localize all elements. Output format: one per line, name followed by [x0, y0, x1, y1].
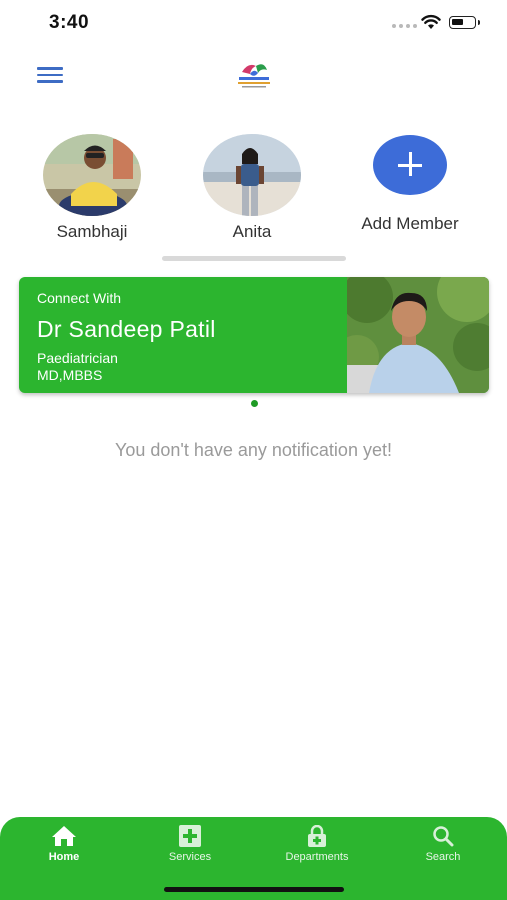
- add-member-button[interactable]: [373, 135, 447, 195]
- member-photo-sambhaji: [43, 134, 141, 216]
- add-member-label: Add Member: [361, 214, 459, 233]
- battery-icon: [449, 16, 480, 29]
- home-icon: [52, 826, 76, 846]
- nav-item-search[interactable]: Search: [388, 825, 498, 863]
- members-scroll-indicator: [162, 256, 346, 261]
- doctor-name: Dr Sandeep Patil: [37, 316, 216, 342]
- empty-notifications-message: You don't have any notification yet!: [115, 440, 392, 460]
- nav-label: Departments: [285, 851, 349, 863]
- member-name: Sambhaji: [56, 222, 128, 241]
- home-indicator: [164, 887, 344, 892]
- doctor-degrees: MD,MBBS: [37, 367, 103, 383]
- wifi-icon: [421, 14, 441, 29]
- search-icon: [433, 826, 454, 847]
- plus-square-icon: [179, 825, 201, 847]
- status-time: 3:40: [49, 12, 90, 33]
- lock-plus-icon: [308, 825, 326, 847]
- nav-item-home[interactable]: Home: [9, 825, 119, 863]
- member-sambhaji[interactable]: Sambhaji: [37, 134, 147, 242]
- menu-icon[interactable]: [37, 67, 63, 83]
- doctor-photo: [347, 277, 489, 393]
- nav-label: Search: [425, 851, 461, 863]
- nav-label: Services: [168, 851, 212, 863]
- doctor-specialty: Paediatrician: [37, 350, 118, 366]
- member-name: Anita: [232, 222, 272, 241]
- status-bar: 3:40: [0, 0, 507, 46]
- add-member[interactable]: Add Member: [355, 134, 465, 234]
- avatar: [43, 134, 141, 216]
- member-photo-anita: [203, 134, 301, 216]
- connect-label: Connect With: [37, 290, 122, 306]
- doctor-card[interactable]: Connect With Dr Sandeep Patil Paediatric…: [19, 277, 489, 393]
- signal-icon: [392, 24, 417, 28]
- carousel-dot[interactable]: [251, 400, 258, 407]
- clinic-logo: [238, 64, 270, 88]
- nav-item-departments[interactable]: Departments: [262, 825, 372, 863]
- nav-item-services[interactable]: Services: [135, 825, 245, 863]
- member-anita[interactable]: Anita: [197, 134, 307, 242]
- nav-label: Home: [48, 851, 80, 863]
- avatar: [203, 134, 301, 216]
